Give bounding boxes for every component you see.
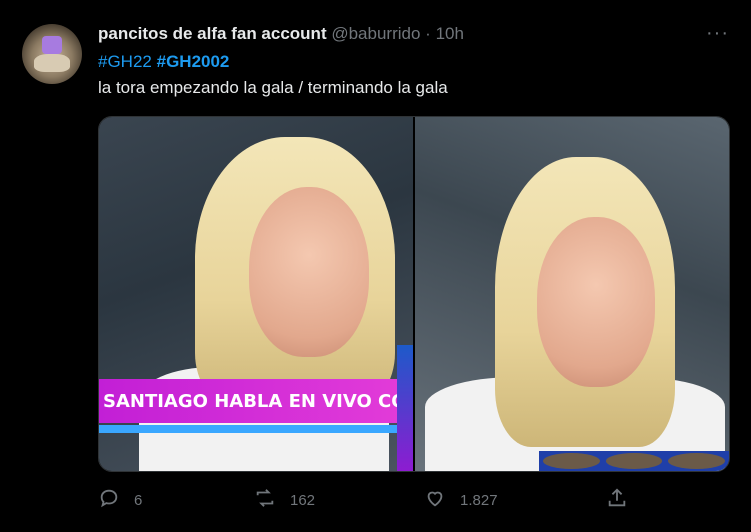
like-count: 1.827 (460, 491, 498, 509)
like-button[interactable]: 1.827 (424, 487, 498, 513)
avatar[interactable] (22, 24, 82, 84)
face (537, 217, 655, 387)
tv-thumbnails (539, 451, 729, 471)
more-icon[interactable]: ··· (706, 22, 729, 45)
thumbnail (543, 453, 600, 469)
retweet-button[interactable]: 162 (254, 487, 315, 513)
avatar-figure (42, 36, 62, 54)
user-handle[interactable]: @baburrido (331, 24, 420, 43)
heart-icon (424, 487, 446, 513)
avatar-base (34, 54, 70, 72)
tweet-text: la tora empezando la gala / terminando l… (98, 78, 448, 97)
tweet-media[interactable]: SANTIAGO HABLA EN VIVO CON LA (98, 116, 730, 472)
reply-icon (98, 487, 120, 513)
separator: · (425, 24, 431, 43)
hashtag-link[interactable]: #GH22 (98, 52, 152, 71)
retweet-count: 162 (290, 491, 316, 509)
reply-button[interactable]: 6 (98, 487, 142, 513)
tweet-actions: 6 162 1.827 (98, 487, 730, 511)
tweet[interactable]: pancitos de alfa fan account @baburrido … (0, 0, 751, 532)
display-name[interactable]: pancitos de alfa fan account (98, 24, 327, 43)
banner-text: SANTIAGO HABLA EN VIVO CON LA (103, 390, 413, 412)
tv-banner: SANTIAGO HABLA EN VIVO CON LA (99, 379, 413, 423)
media-photo-left[interactable]: SANTIAGO HABLA EN VIVO CON LA (99, 117, 413, 471)
tv-graphic (397, 345, 413, 471)
hashtag-link[interactable]: #GH2002 (157, 52, 230, 71)
timestamp[interactable]: 10h (436, 24, 464, 43)
media-photo-right[interactable] (415, 117, 729, 471)
face (249, 187, 369, 357)
thumbnail (605, 453, 663, 469)
share-icon (606, 487, 628, 513)
share-button[interactable] (606, 487, 628, 513)
thumbnail (668, 453, 726, 469)
reply-count: 6 (134, 491, 143, 509)
banner-stripe (99, 425, 399, 433)
hashtags: #GH22 #GH2002 (98, 52, 229, 72)
retweet-icon (254, 487, 276, 513)
tweet-header: pancitos de alfa fan account @baburrido … (98, 24, 464, 44)
